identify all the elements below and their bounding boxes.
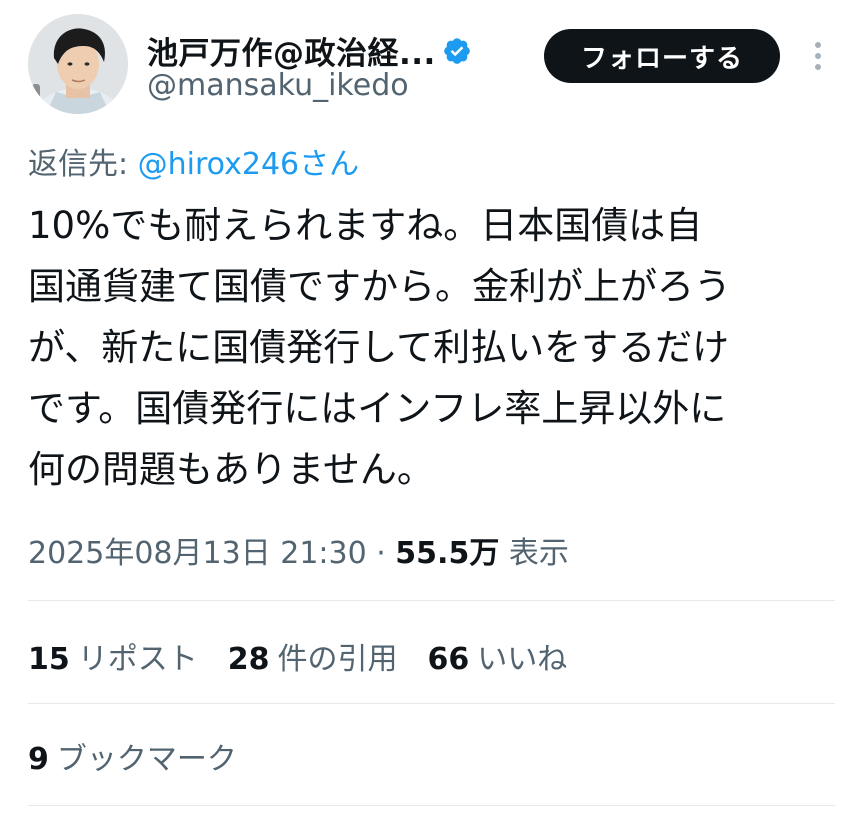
more-dot (815, 64, 821, 70)
meta-separator: · (366, 536, 396, 571)
tweet-text-line: 何の問題もありません。 (28, 448, 434, 491)
author-display-name[interactable]: 池戸万作@政治経... (147, 28, 436, 73)
reposts-stat[interactable]: 15 リポスト (28, 634, 198, 678)
quotes-count: 28 (227, 642, 270, 677)
tweet-text-line: が、新たに国債発行して利払いをするだけ (28, 326, 730, 369)
engagement-stats: 15 リポスト 28 件の引用 66 いいね (28, 634, 597, 678)
divider (28, 600, 835, 601)
divider (28, 805, 835, 806)
tweet-text-line: 10%でも耐えられますね。日本国債は自 (28, 204, 703, 247)
more-dot (815, 42, 821, 48)
tweet-timestamp[interactable]: 2025年08月13日 21:30 (28, 536, 367, 571)
likes-count: 66 (427, 642, 470, 677)
likes-label: いいね (477, 642, 568, 677)
likes-stat[interactable]: 66 いいね (428, 634, 568, 678)
quotes-label: 件の引用 (277, 642, 398, 677)
bookmarks-stat[interactable]: 9 ブックマーク (28, 734, 237, 778)
follow-button[interactable]: フォローする (544, 29, 780, 83)
tweet-text-line: です。国債発行にはインフレ率上昇以外に (28, 387, 727, 430)
more-vertical-icon[interactable] (803, 36, 833, 76)
tweet-meta: 2025年08月13日 21:30 · 55.5万 表示 (28, 528, 569, 572)
more-dot (815, 53, 821, 59)
reposts-count: 15 (28, 642, 70, 677)
view-count-label: 表示 (499, 536, 569, 571)
reply-to: 返信先: @hirox246さん (28, 139, 359, 183)
reply-to-user-link[interactable]: @hirox246さん (138, 147, 359, 182)
reposts-label: リポスト (77, 642, 198, 677)
avatar[interactable] (28, 14, 128, 114)
tweet-detail: 池戸万作@政治経... @mansaku_ikedo フォローする 返信先: @… (0, 0, 863, 836)
author-name-row[interactable]: 池戸万作@政治経... (147, 28, 472, 73)
quotes-stat[interactable]: 28 件の引用 (228, 634, 398, 678)
tweet-text-line: 国通貨建て国債ですから。金利が上がろう (28, 265, 731, 308)
author-handle[interactable]: @mansaku_ikedo (147, 68, 409, 103)
bookmarks-label: ブックマーク (56, 742, 237, 777)
tweet-text: 10%でも耐えられますね。日本国債は自 国通貨建て国債ですから。金利が上がろう … (28, 195, 828, 500)
view-count: 55.5万 (395, 536, 500, 571)
divider (28, 703, 835, 704)
avatar-image (28, 14, 128, 114)
bookmarks-count: 9 (28, 742, 49, 777)
verified-badge-icon (442, 36, 472, 66)
reply-to-prefix: 返信先: (28, 147, 138, 182)
